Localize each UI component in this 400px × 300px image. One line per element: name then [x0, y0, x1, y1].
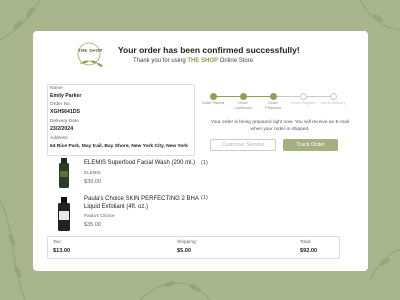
- step-dot-confirmed: [240, 93, 247, 100]
- page-subtitle: Thank you for using THE SHOP Online Stor…: [133, 58, 253, 64]
- product-name: ELEMIS Superfood Facial Wash (200 ml.): [84, 160, 196, 166]
- total-value: $92.00: [300, 248, 318, 254]
- subtitle-suffix: Online Store: [218, 58, 254, 64]
- total-label: Total:: [300, 240, 312, 245]
- product-name: Paula's Choice SKIN PERFECTING 2 BHA Liq…: [84, 196, 199, 211]
- subtitle-prefix: Thank you for using: [133, 58, 188, 64]
- step-dot-delivery: [330, 93, 337, 100]
- order-no-value: XGH5641DS: [50, 109, 80, 115]
- step-dot-placed: [210, 93, 217, 100]
- name-label: Name: [50, 86, 63, 91]
- subtitle-brand: THE SHOP: [187, 58, 219, 64]
- address-value: 64 Rice Park, May trail, Bay Shore, New …: [50, 144, 188, 149]
- page-title: Your order has been confirmed successful…: [118, 45, 300, 55]
- logo-text: THE SHOP: [78, 48, 103, 53]
- track-order-button[interactable]: Track Order: [283, 139, 338, 151]
- step-label-shipped: Order Shipped: [290, 101, 316, 105]
- bottle-icon: [59, 158, 69, 188]
- step-dot-shipped: [300, 93, 307, 100]
- step-label-placed: Order Placed: [201, 101, 225, 105]
- tax-value: $13.00: [53, 248, 71, 254]
- address-label: Address: [50, 136, 68, 141]
- product-quantity: (1): [201, 160, 208, 166]
- order-status-message: Your order is being prepared right now. …: [210, 120, 350, 132]
- shop-logo: [77, 42, 103, 67]
- shipping-label: Shipping:: [177, 240, 198, 245]
- product-quantity: (1): [201, 195, 208, 201]
- shipping-value: $5.00: [177, 248, 191, 254]
- delivery-date-label: Delivery Date: [50, 119, 79, 124]
- step-label-delivery: Out to Delivery: [320, 101, 346, 105]
- name-value: Emily Parker: [50, 93, 82, 99]
- customer-service-button[interactable]: Customer Service: [210, 139, 276, 151]
- delivery-date-value: 23/2/2024: [50, 126, 74, 132]
- tax-label: Tax:: [53, 240, 62, 245]
- bottle-icon: [58, 197, 70, 231]
- product-price: $39.00: [84, 179, 102, 185]
- step-label-confirmed: Order Confirmed: [234, 101, 252, 110]
- step-dot-prepared: [270, 93, 277, 100]
- product-price: $35.00: [84, 222, 102, 228]
- product-brand: ELEMIS: [84, 170, 101, 175]
- product-brand: Paula's Choice: [84, 213, 115, 218]
- order-no-label: Order No.: [50, 102, 72, 107]
- step-label-prepared: Order Prepared: [265, 101, 281, 110]
